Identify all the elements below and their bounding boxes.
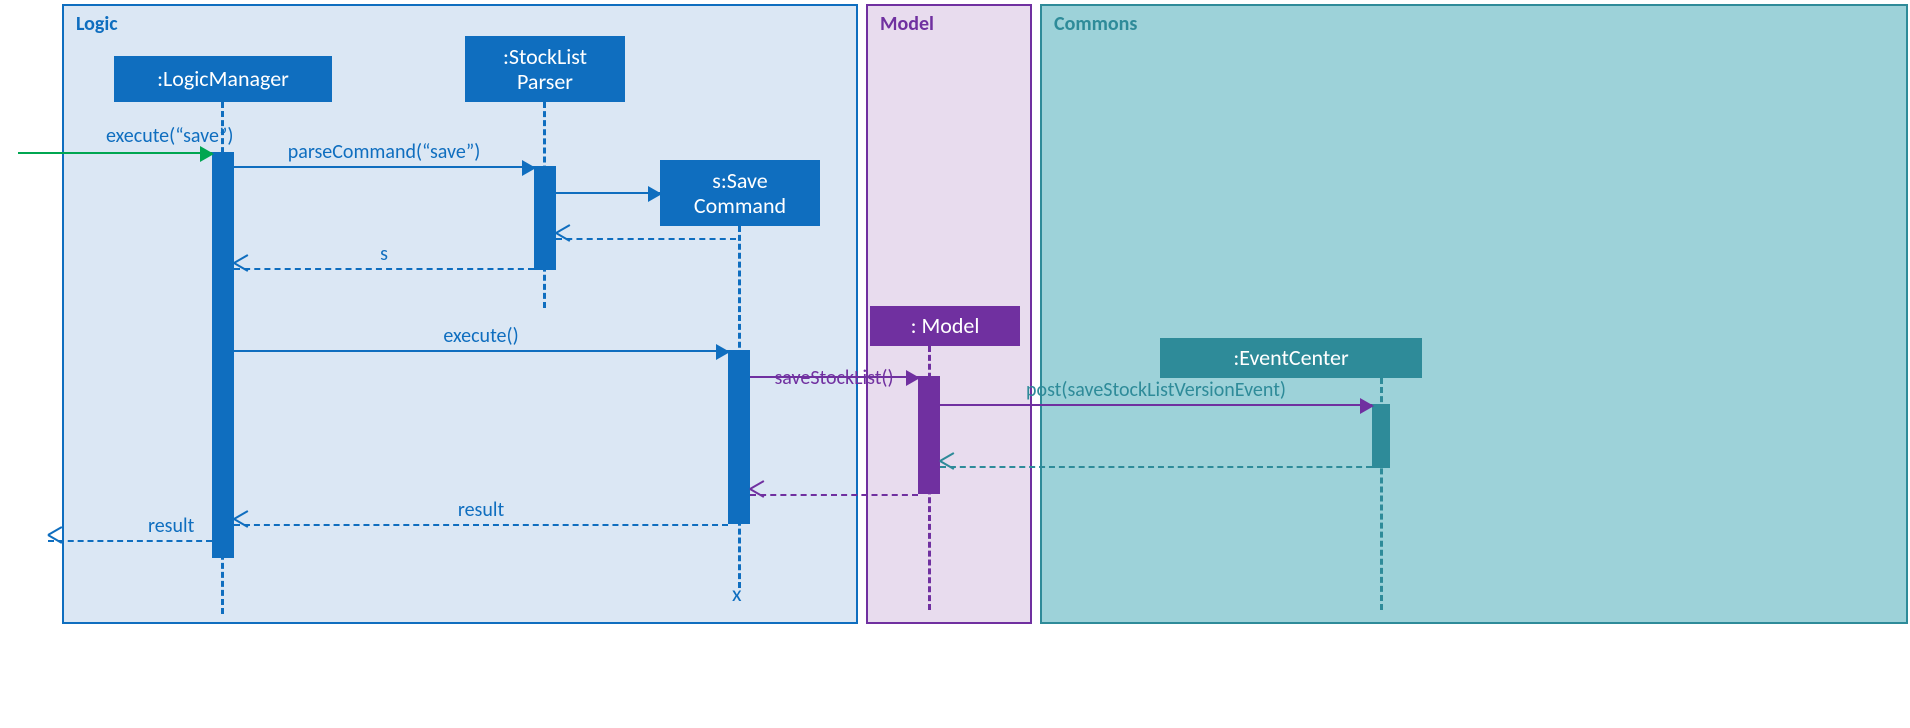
msg-result-label: result — [458, 498, 504, 522]
arrow-icon — [522, 160, 536, 176]
msg-result-out-label: result — [148, 514, 194, 538]
arrow-icon — [716, 344, 730, 360]
msg-return-create — [556, 238, 736, 240]
arrow-icon — [648, 186, 662, 202]
activation-logic-manager — [212, 152, 234, 558]
module-commons-label: Commons — [1054, 12, 1137, 36]
msg-save-stock-list-label: saveStockList() — [774, 366, 893, 390]
arrow-icon — [200, 146, 214, 162]
destroy-save-command: x — [732, 580, 742, 607]
activation-save-command — [728, 350, 750, 524]
participant-save-command: s:Save Command — [660, 160, 820, 226]
msg-return-s-label: s — [380, 242, 388, 266]
participant-stocklist-parser: :StockList Parser — [465, 36, 625, 102]
msg-return-s: s — [234, 268, 534, 270]
msg-execute-save-label: execute(“save”) — [106, 124, 233, 148]
msg-result-out: result — [48, 540, 212, 542]
msg-parse-command: parseCommand(“save”) — [234, 166, 534, 168]
activation-model — [918, 376, 940, 494]
activation-stocklist-parser — [534, 166, 556, 270]
msg-save-stock-list: saveStockList() — [750, 376, 918, 378]
msg-parse-command-label: parseCommand(“save”) — [288, 140, 481, 164]
module-model-label: Model — [880, 12, 934, 36]
msg-execute-label: execute() — [443, 324, 518, 348]
module-logic-label: Logic — [76, 12, 118, 36]
msg-execute: execute() — [234, 350, 728, 352]
msg-result: result — [234, 524, 728, 526]
module-commons: Commons — [1040, 4, 1908, 624]
participant-model: : Model — [870, 306, 1020, 346]
participant-logic-manager: :LogicManager — [114, 56, 332, 102]
msg-return-post — [940, 466, 1372, 468]
participant-event-center: :EventCenter — [1160, 338, 1422, 378]
msg-execute-save: execute(“save”) — [18, 152, 212, 154]
msg-post-event: post(saveStockListVersionEvent) — [940, 404, 1372, 406]
msg-post-event-label: post(saveStockListVersionEvent) — [1026, 378, 1286, 402]
msg-create-save-command — [556, 192, 660, 194]
arrow-icon — [1360, 398, 1374, 414]
msg-return-save-stock-list — [750, 494, 918, 496]
arrow-icon — [906, 370, 920, 386]
activation-event-center — [1372, 404, 1390, 468]
